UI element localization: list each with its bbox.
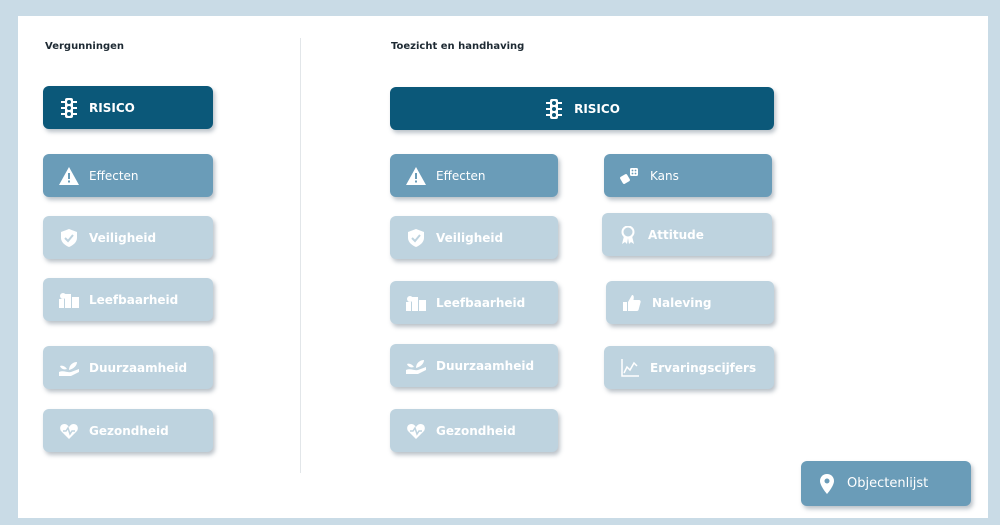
shield-icon bbox=[59, 228, 79, 248]
kans-button[interactable]: Kans bbox=[604, 154, 772, 197]
attitude-label: Attitude bbox=[648, 227, 704, 242]
left-duurzaamheid-label: Duurzaamheid bbox=[89, 360, 188, 375]
kans-label: Kans bbox=[650, 168, 679, 183]
hand-plant-icon bbox=[59, 358, 79, 378]
objectenlijst-label: Objectenlijst bbox=[847, 476, 929, 491]
left-risico-label: RISICO bbox=[89, 100, 135, 115]
right-leefbaarheid-label: Leefbaarheid bbox=[436, 295, 526, 310]
map-pin-icon bbox=[817, 473, 837, 494]
section-divider bbox=[300, 38, 301, 473]
right-effecten-button[interactable]: Effecten bbox=[390, 154, 558, 197]
right-effecten-label: Effecten bbox=[436, 168, 486, 183]
award-icon bbox=[618, 225, 638, 245]
right-risico-label: RISICO bbox=[574, 101, 620, 116]
left-effecten-button[interactable]: Effecten bbox=[43, 154, 213, 197]
right-gezondheid-button[interactable]: Gezondheid bbox=[390, 409, 558, 452]
right-veiligheid-button[interactable]: Veiligheid bbox=[390, 216, 558, 259]
right-veiligheid-label: Veiligheid bbox=[436, 230, 504, 245]
left-veiligheid-button[interactable]: Veiligheid bbox=[43, 216, 213, 259]
objectenlijst-button[interactable]: Objectenlijst bbox=[801, 461, 971, 506]
traffic-light-icon bbox=[59, 97, 79, 118]
right-duurzaamheid-button[interactable]: Duurzaamheid bbox=[390, 344, 558, 387]
hand-plant-icon bbox=[406, 356, 426, 376]
section-title-vergunningen: Vergunningen bbox=[45, 41, 125, 52]
warning-icon bbox=[59, 166, 79, 186]
line-chart-icon bbox=[620, 358, 640, 378]
left-duurzaamheid-button[interactable]: Duurzaamheid bbox=[43, 346, 213, 389]
ervaringscijfers-button[interactable]: Ervaringscijfers bbox=[604, 346, 774, 389]
left-gezondheid-label: Gezondheid bbox=[89, 423, 169, 438]
warning-icon bbox=[406, 166, 426, 186]
left-risico-button[interactable]: RISICO bbox=[43, 86, 213, 129]
main-panel: Vergunningen Toezicht en handhaving RISI… bbox=[18, 16, 988, 518]
right-risico-button[interactable]: RISICO bbox=[390, 87, 774, 130]
right-leefbaarheid-button[interactable]: Leefbaarheid bbox=[390, 281, 558, 324]
heart-icon bbox=[59, 421, 79, 441]
right-gezondheid-label: Gezondheid bbox=[436, 423, 516, 438]
left-leefbaarheid-button[interactable]: Leefbaarheid bbox=[43, 278, 213, 321]
section-title-toezicht: Toezicht en handhaving bbox=[391, 41, 525, 52]
right-duurzaamheid-label: Duurzaamheid bbox=[436, 358, 535, 373]
traffic-light-icon bbox=[544, 98, 564, 119]
city-icon bbox=[406, 293, 426, 313]
left-effecten-label: Effecten bbox=[89, 168, 139, 183]
heart-icon bbox=[406, 421, 426, 441]
attitude-button[interactable]: Attitude bbox=[602, 213, 772, 256]
dice-icon bbox=[620, 166, 640, 186]
naleving-button[interactable]: Naleving bbox=[606, 281, 774, 324]
thumbs-up-icon bbox=[622, 293, 642, 313]
left-veiligheid-label: Veiligheid bbox=[89, 230, 157, 245]
city-icon bbox=[59, 290, 79, 310]
shield-icon bbox=[406, 228, 426, 248]
naleving-label: Naleving bbox=[652, 295, 712, 310]
ervaringscijfers-label: Ervaringscijfers bbox=[650, 360, 757, 375]
left-leefbaarheid-label: Leefbaarheid bbox=[89, 292, 179, 307]
left-gezondheid-button[interactable]: Gezondheid bbox=[43, 409, 213, 452]
